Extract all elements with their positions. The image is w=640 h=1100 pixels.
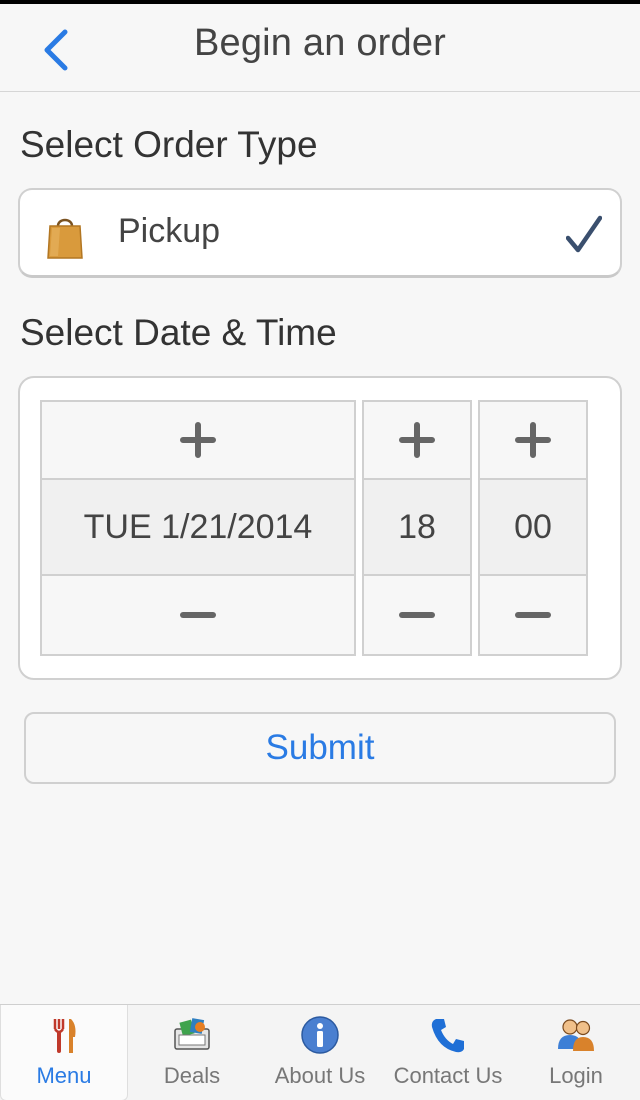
minute-increment-button[interactable] (480, 402, 586, 480)
tab-label-menu: Menu (36, 1063, 92, 1088)
order-type-heading: Select Order Type (20, 124, 318, 165)
order-type-option-pickup[interactable]: Pickup (18, 188, 622, 278)
tab-label-about-us: About Us (274, 1063, 366, 1088)
users-icon (558, 1019, 594, 1051)
info-icon (301, 1016, 339, 1054)
page-title: Begin an order (193, 22, 447, 64)
phone-icon (431, 1019, 464, 1053)
minute-decrement-button[interactable] (480, 576, 586, 654)
minus-icon (399, 612, 435, 618)
tab-contact-us[interactable]: Contact Us (384, 1005, 512, 1100)
fork-knife-icon (53, 1019, 76, 1053)
tab-label-deals: Deals (163, 1063, 221, 1088)
plus-icon (515, 422, 551, 458)
datetime-heading: Select Date & Time (20, 312, 337, 353)
order-type-label: Pickup (118, 212, 221, 250)
tab-label-contact-us: Contact Us (393, 1063, 503, 1088)
tab-deals[interactable]: Deals (128, 1005, 256, 1100)
date-value: TUE 1/21/2014 (42, 480, 354, 576)
tab-label-login: Login (549, 1063, 603, 1088)
tab-login[interactable]: Login (512, 1005, 640, 1100)
minus-icon (180, 612, 216, 618)
hour-increment-button[interactable] (364, 402, 470, 480)
tab-bar: Menu Deals About Us Contact Us Login (0, 1004, 640, 1100)
hour-value: 18 (364, 480, 470, 576)
submit-button[interactable]: Submit (24, 712, 616, 784)
hour-decrement-button[interactable] (364, 576, 470, 654)
minus-icon (515, 612, 551, 618)
minute-column: 00 (478, 400, 588, 656)
tab-about-us[interactable]: About Us (256, 1005, 384, 1100)
navigation-bar: Begin an order (0, 4, 640, 92)
checkmark-icon (566, 215, 602, 253)
plus-icon (180, 422, 216, 458)
deals-icon (174, 1018, 210, 1050)
shopping-bag-icon (47, 218, 83, 259)
hour-column: 18 (362, 400, 472, 656)
date-decrement-button[interactable] (42, 576, 354, 654)
plus-icon (399, 422, 435, 458)
minute-value: 00 (480, 480, 586, 576)
tab-menu[interactable]: Menu (0, 1005, 128, 1100)
date-column: TUE 1/21/2014 (40, 400, 356, 656)
date-increment-button[interactable] (42, 402, 354, 480)
datetime-picker: TUE 1/21/2014 18 00 (18, 376, 622, 680)
